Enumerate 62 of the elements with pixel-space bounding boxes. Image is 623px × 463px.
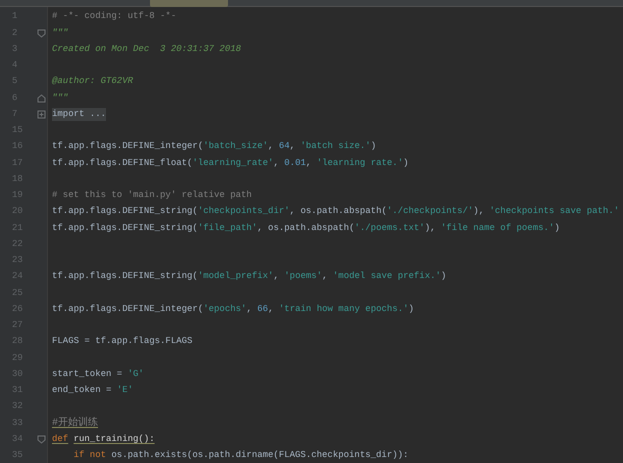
docstring-text: Created on Mon Dec 3 20:31:37 2018	[52, 42, 242, 56]
fold-close-icon[interactable]	[37, 94, 46, 103]
docstring-text: @author: GT62VR	[52, 75, 134, 88]
code-text: start_token =	[52, 368, 124, 381]
string-literal: 'batch_size'	[203, 140, 268, 154]
folded-code[interactable]: import ...	[52, 108, 106, 122]
code-text: tf.app.flags.DEFINE_integer(	[52, 140, 204, 154]
code-text: tf.app.flags.DEFINE_string(	[52, 222, 198, 235]
string-literal: 'checkpoints_dir'	[198, 205, 290, 218]
expand-icon[interactable]	[37, 110, 46, 120]
code-text: os.path.exists(os.path.dirname(FLAGS.checkpoints_dir)):	[111, 449, 408, 462]
code-text: , os.path.abspath(	[290, 205, 387, 218]
string-literal: 'batch size.'	[300, 140, 371, 154]
code-text: )	[554, 222, 560, 235]
code-text: ,	[268, 302, 274, 316]
code-text: ),	[424, 222, 436, 235]
number-literal: 66	[257, 302, 268, 316]
code-text: tf.app.flags.DEFINE_string(	[52, 270, 198, 284]
code-comment: #开始训练	[52, 416, 98, 431]
code-comment: # -*- coding: utf-8 -*-	[52, 10, 176, 24]
code-text: end_token =	[52, 384, 112, 398]
string-literal: 'checkpoints save path.'	[490, 205, 620, 218]
code-text: ,	[306, 156, 312, 170]
code-text: FLAGS = tf.app.flags.FLAGS	[52, 335, 192, 348]
string-literal: 'file_path'	[198, 222, 258, 235]
code-text: ,	[273, 270, 280, 284]
code-text: ,	[322, 270, 328, 284]
string-literal: 'model_prefix'	[198, 270, 274, 284]
function-name: run_training():	[74, 432, 155, 446]
code-comment: # set this to 'main.py' relative path	[52, 189, 252, 202]
string-literal: './checkpoints/'	[386, 205, 474, 218]
fold-open-icon[interactable]	[37, 28, 46, 38]
code-text: tf.app.flags.DEFINE_string(	[52, 205, 198, 218]
string-literal: 'learning rate.'	[316, 156, 404, 170]
keyword: if not	[74, 449, 106, 462]
number-literal: 64	[278, 140, 290, 154]
code-text: ,	[246, 302, 253, 316]
number-literal: 0.01	[284, 156, 306, 170]
code-text: ),	[473, 205, 486, 218]
string-literal: 'poems'	[284, 270, 322, 284]
code-text: )	[403, 156, 409, 170]
code-text: ,	[268, 140, 274, 154]
string-literal: 'learning_rate'	[192, 156, 274, 170]
code-text: )	[440, 270, 446, 284]
code-text: ,	[273, 156, 280, 170]
string-literal: './poems.txt'	[354, 222, 425, 235]
code-text: ,	[290, 140, 296, 154]
string-literal: 'file name of poems.'	[440, 222, 554, 235]
string-literal: 'train how many epochs.'	[278, 302, 409, 316]
keyword: def	[52, 432, 68, 446]
code-text: , os.path.abspath(	[257, 222, 354, 235]
string-literal: 'epochs'	[203, 302, 246, 316]
string-literal: 'G'	[128, 368, 144, 381]
fold-open-icon[interactable]	[37, 435, 46, 444]
code-text: )	[408, 302, 414, 316]
code-text: )	[370, 140, 376, 154]
code-text: tf.app.flags.DEFINE_float(	[52, 156, 192, 170]
string-literal: 'model save prefix.'	[332, 270, 441, 284]
string-literal: 'E'	[116, 384, 134, 398]
docstring-text: """	[52, 26, 68, 40]
docstring-text: """	[52, 92, 68, 105]
code-text: tf.app.flags.DEFINE_integer(	[52, 302, 204, 316]
